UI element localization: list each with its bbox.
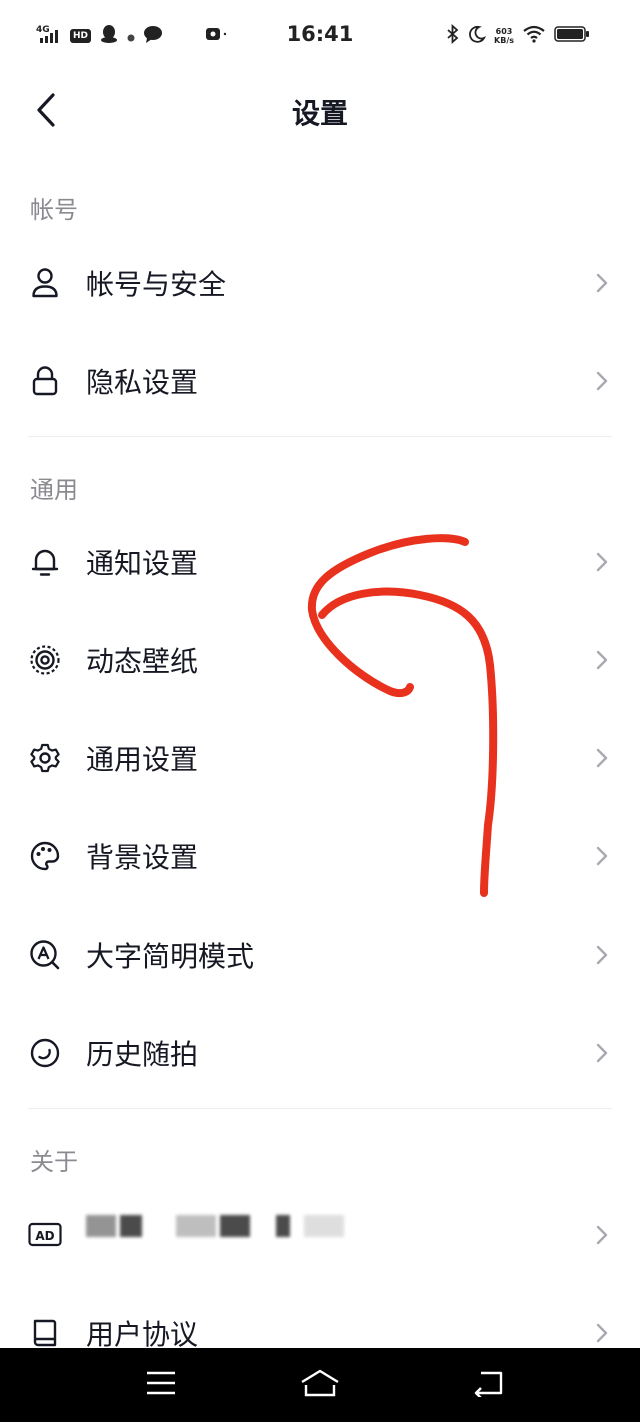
home-button[interactable] [298, 1366, 342, 1404]
back-arrow-icon [471, 1369, 505, 1401]
history-icon [28, 1036, 62, 1070]
speed-value: 603 [495, 27, 513, 36]
chevron-right-icon [594, 746, 610, 770]
settings-item-label: 帐号与安全 [86, 268, 227, 301]
chevron-right-icon [594, 844, 610, 868]
section-title-account: 帐号 [30, 196, 78, 224]
settings-item-label: 大字简明模式 [86, 940, 255, 973]
home-icon [298, 1368, 342, 1402]
section-divider [28, 436, 612, 437]
chevron-right-icon [594, 271, 610, 295]
settings-item-label: 隐私设置 [86, 366, 199, 399]
lock-icon [28, 364, 62, 398]
user-icon [28, 266, 62, 300]
chevron-right-icon [594, 648, 610, 672]
chevron-right-icon [594, 369, 610, 393]
settings-item-background[interactable]: 背景设置 [0, 806, 640, 904]
status-right: 603 KB/s [446, 23, 590, 48]
chevron-right-icon [594, 1223, 610, 1247]
network-speed: 603 KB/s [494, 27, 514, 45]
settings-item-label: 通用设置 [86, 743, 199, 776]
large-font-icon [28, 938, 62, 972]
section-title-general: 通用 [30, 476, 78, 504]
live-wallpaper-icon [28, 643, 62, 677]
system-nav-bar [0, 1348, 640, 1422]
settings-item-label: 背景设置 [86, 841, 199, 874]
settings-item-privacy[interactable]: 隐私设置 [0, 331, 640, 429]
menu-button[interactable] [139, 1366, 183, 1404]
settings-item-general[interactable]: 通用设置 [0, 708, 640, 806]
speed-unit: KB/s [494, 36, 514, 45]
settings-item-notifications[interactable]: 通知设置 [0, 512, 640, 610]
settings-item-label: 通知设置 [86, 547, 199, 580]
bluetooth-icon [446, 23, 460, 48]
book-icon [28, 1316, 62, 1350]
palette-icon [28, 839, 62, 873]
menu-icon [145, 1370, 177, 1400]
settings-item-label: 动态壁纸 [86, 645, 199, 678]
settings-item-label: 历史随拍 [86, 1038, 199, 1071]
bell-icon [28, 545, 62, 579]
svg-text:AD: AD [35, 1229, 54, 1243]
back-nav-button[interactable] [466, 1366, 510, 1404]
settings-item-account-security[interactable]: 帐号与安全 [0, 233, 640, 331]
chevron-right-icon [594, 1041, 610, 1065]
top-nav-bar: 设置 [0, 72, 640, 152]
chevron-right-icon [594, 943, 610, 967]
settings-item-large-font[interactable]: 大字简明模式 [0, 905, 640, 1003]
gear-icon [28, 741, 62, 775]
settings-item-history[interactable]: 历史随拍 [0, 1003, 640, 1101]
chevron-right-icon [594, 550, 610, 574]
status-bar: 4G HD 16:41 603 KB/s [0, 0, 640, 72]
settings-item-live-wallpaper[interactable]: 动态壁纸 [0, 610, 640, 708]
section-divider [28, 1108, 612, 1109]
obscured-label [86, 1215, 344, 1237]
battery-icon [554, 25, 590, 47]
settings-item-label: 用户协议 [86, 1318, 199, 1351]
moon-icon [468, 25, 487, 47]
ad-icon: AD [28, 1218, 62, 1252]
chevron-right-icon [594, 1321, 610, 1345]
section-title-about: 关于 [30, 1148, 78, 1176]
settings-item-ad[interactable]: AD [0, 1185, 640, 1283]
page-title: 设置 [291, 97, 348, 130]
wifi-icon [522, 25, 546, 47]
